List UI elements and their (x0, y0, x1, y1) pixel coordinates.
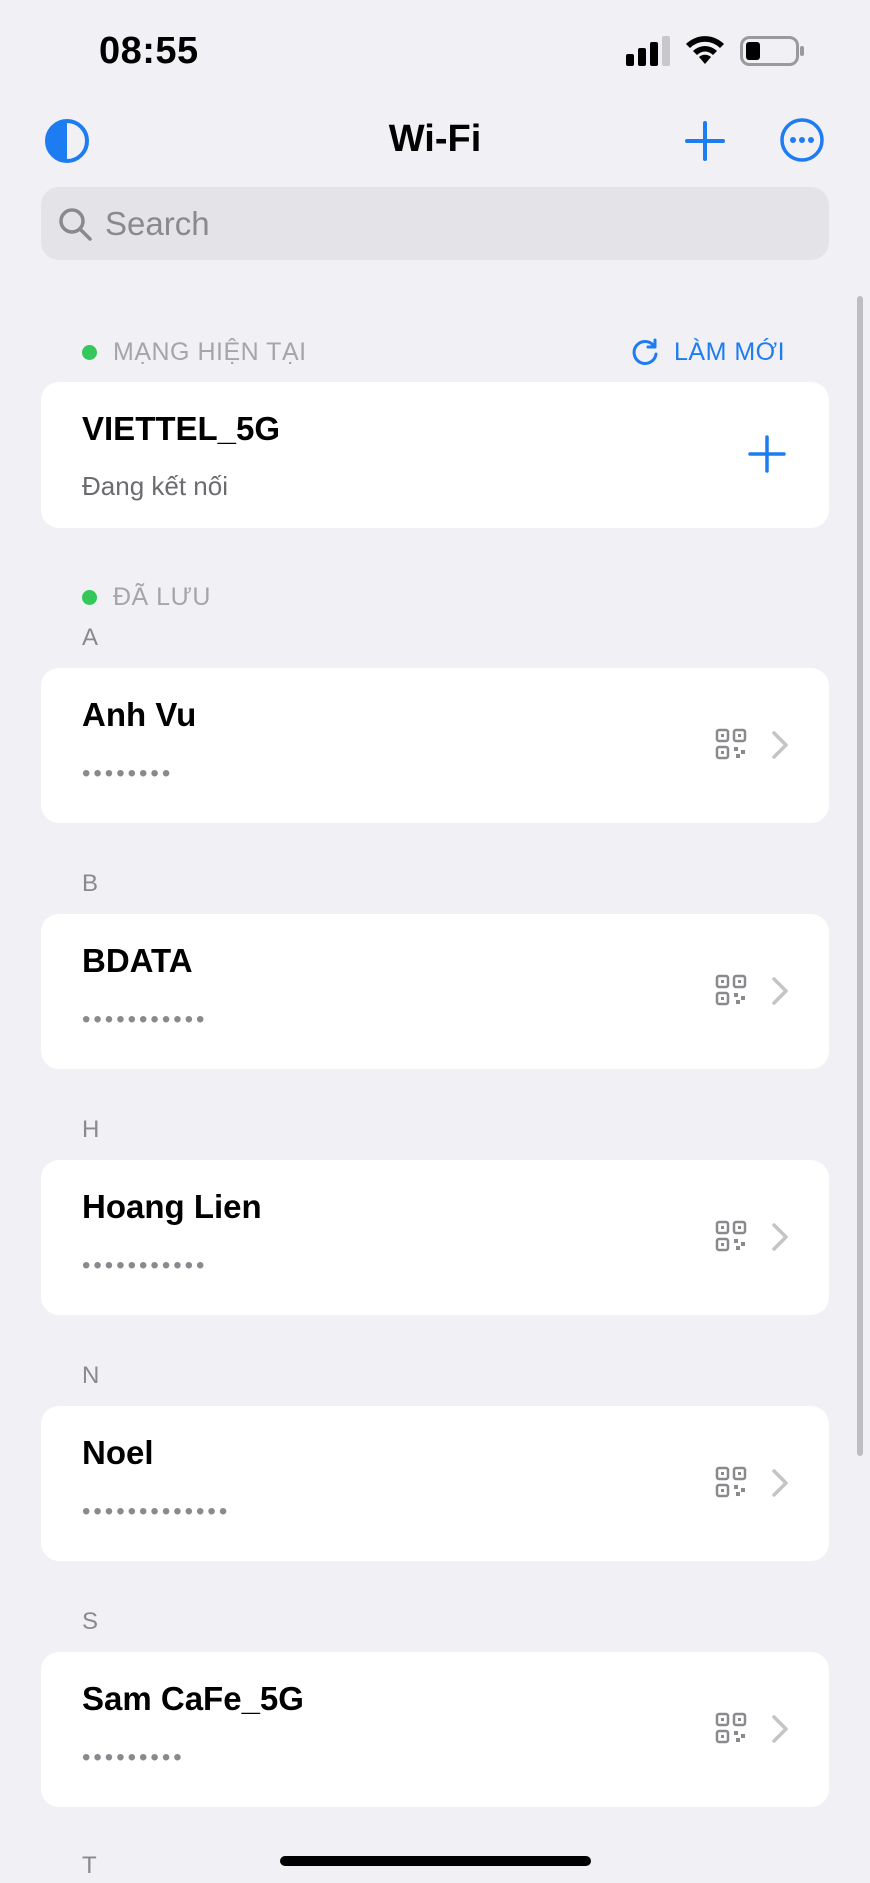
password-mask: ••••••••••••• (82, 1498, 231, 1525)
refresh-label: LÀM MỚI (674, 337, 786, 366)
password-mask: ••••••••• (82, 1744, 185, 1771)
connection-status: Đang kết nối (82, 471, 228, 501)
search-bar (41, 187, 829, 260)
saved-network-row[interactable]: BDATA ••••••••••• (41, 914, 829, 1069)
section-letter: H (82, 1116, 100, 1143)
navigation-bar: Wi-Fi (0, 110, 870, 170)
status-dot (82, 344, 97, 360)
current-network-card[interactable]: VIETTEL_5G Đang kết nối (41, 382, 829, 528)
saved-network-row[interactable]: Hoang Lien ••••••••••• (41, 1160, 829, 1315)
chevron-right-icon (772, 731, 788, 759)
saved-network-row[interactable]: Sam CaFe_5G ••••••••• (41, 1652, 829, 1807)
saved-network-row[interactable]: Anh Vu •••••••• (41, 668, 829, 823)
wifi-signal-icon (686, 36, 724, 64)
section-letter: A (82, 624, 99, 651)
network-name: Noel (82, 1434, 154, 1471)
section-letter: S (82, 1608, 99, 1635)
saved-networks-label: ĐÃ LƯU (113, 582, 211, 611)
section-letter: T (82, 1852, 97, 1879)
saved-network-row[interactable]: Noel ••••••••••••• (41, 1406, 829, 1561)
section-letter: B (82, 870, 99, 897)
network-name: BDATA (82, 942, 193, 979)
qr-code-icon[interactable] (715, 974, 747, 1006)
status-dot (82, 589, 97, 605)
qr-code-icon[interactable] (715, 1712, 747, 1744)
password-mask: •••••••• (82, 760, 174, 787)
network-name: VIETTEL_5G (82, 410, 281, 447)
qr-code-icon[interactable] (715, 728, 747, 760)
network-name: Anh Vu (82, 696, 197, 733)
current-network-header: MẠNG HIỆN TẠI (82, 334, 307, 370)
chevron-right-icon (772, 1715, 788, 1743)
battery-icon (740, 36, 804, 66)
saved-networks-header: ĐÃ LƯU (82, 579, 211, 615)
chevron-right-icon (772, 1469, 788, 1497)
network-name: Hoang Lien (82, 1188, 262, 1225)
chevron-right-icon (772, 1223, 788, 1251)
password-mask: ••••••••••• (82, 1006, 208, 1033)
add-network-button[interactable] (682, 118, 728, 164)
section-letter: N (82, 1362, 100, 1389)
current-network-label: MẠNG HIỆN TẠI (113, 337, 307, 366)
home-indicator[interactable] (280, 1856, 591, 1866)
search-input[interactable] (105, 187, 805, 260)
add-icon[interactable] (747, 434, 787, 474)
status-bar: 08:55 (0, 0, 870, 100)
network-name: Sam CaFe_5G (82, 1680, 304, 1717)
search-icon (59, 208, 92, 241)
cellular-signal-icon (626, 36, 670, 66)
qr-code-icon[interactable] (715, 1220, 747, 1252)
refresh-button[interactable]: LÀM MỚI (630, 334, 785, 370)
qr-code-icon[interactable] (715, 1466, 747, 1498)
page-title: Wi-Fi (388, 118, 482, 160)
more-options-button[interactable] (778, 116, 826, 164)
status-time: 08:55 (99, 30, 199, 72)
scrollbar[interactable] (857, 296, 863, 1456)
refresh-icon (632, 338, 658, 365)
chevron-right-icon (772, 977, 788, 1005)
password-mask: ••••••••••• (82, 1252, 208, 1279)
